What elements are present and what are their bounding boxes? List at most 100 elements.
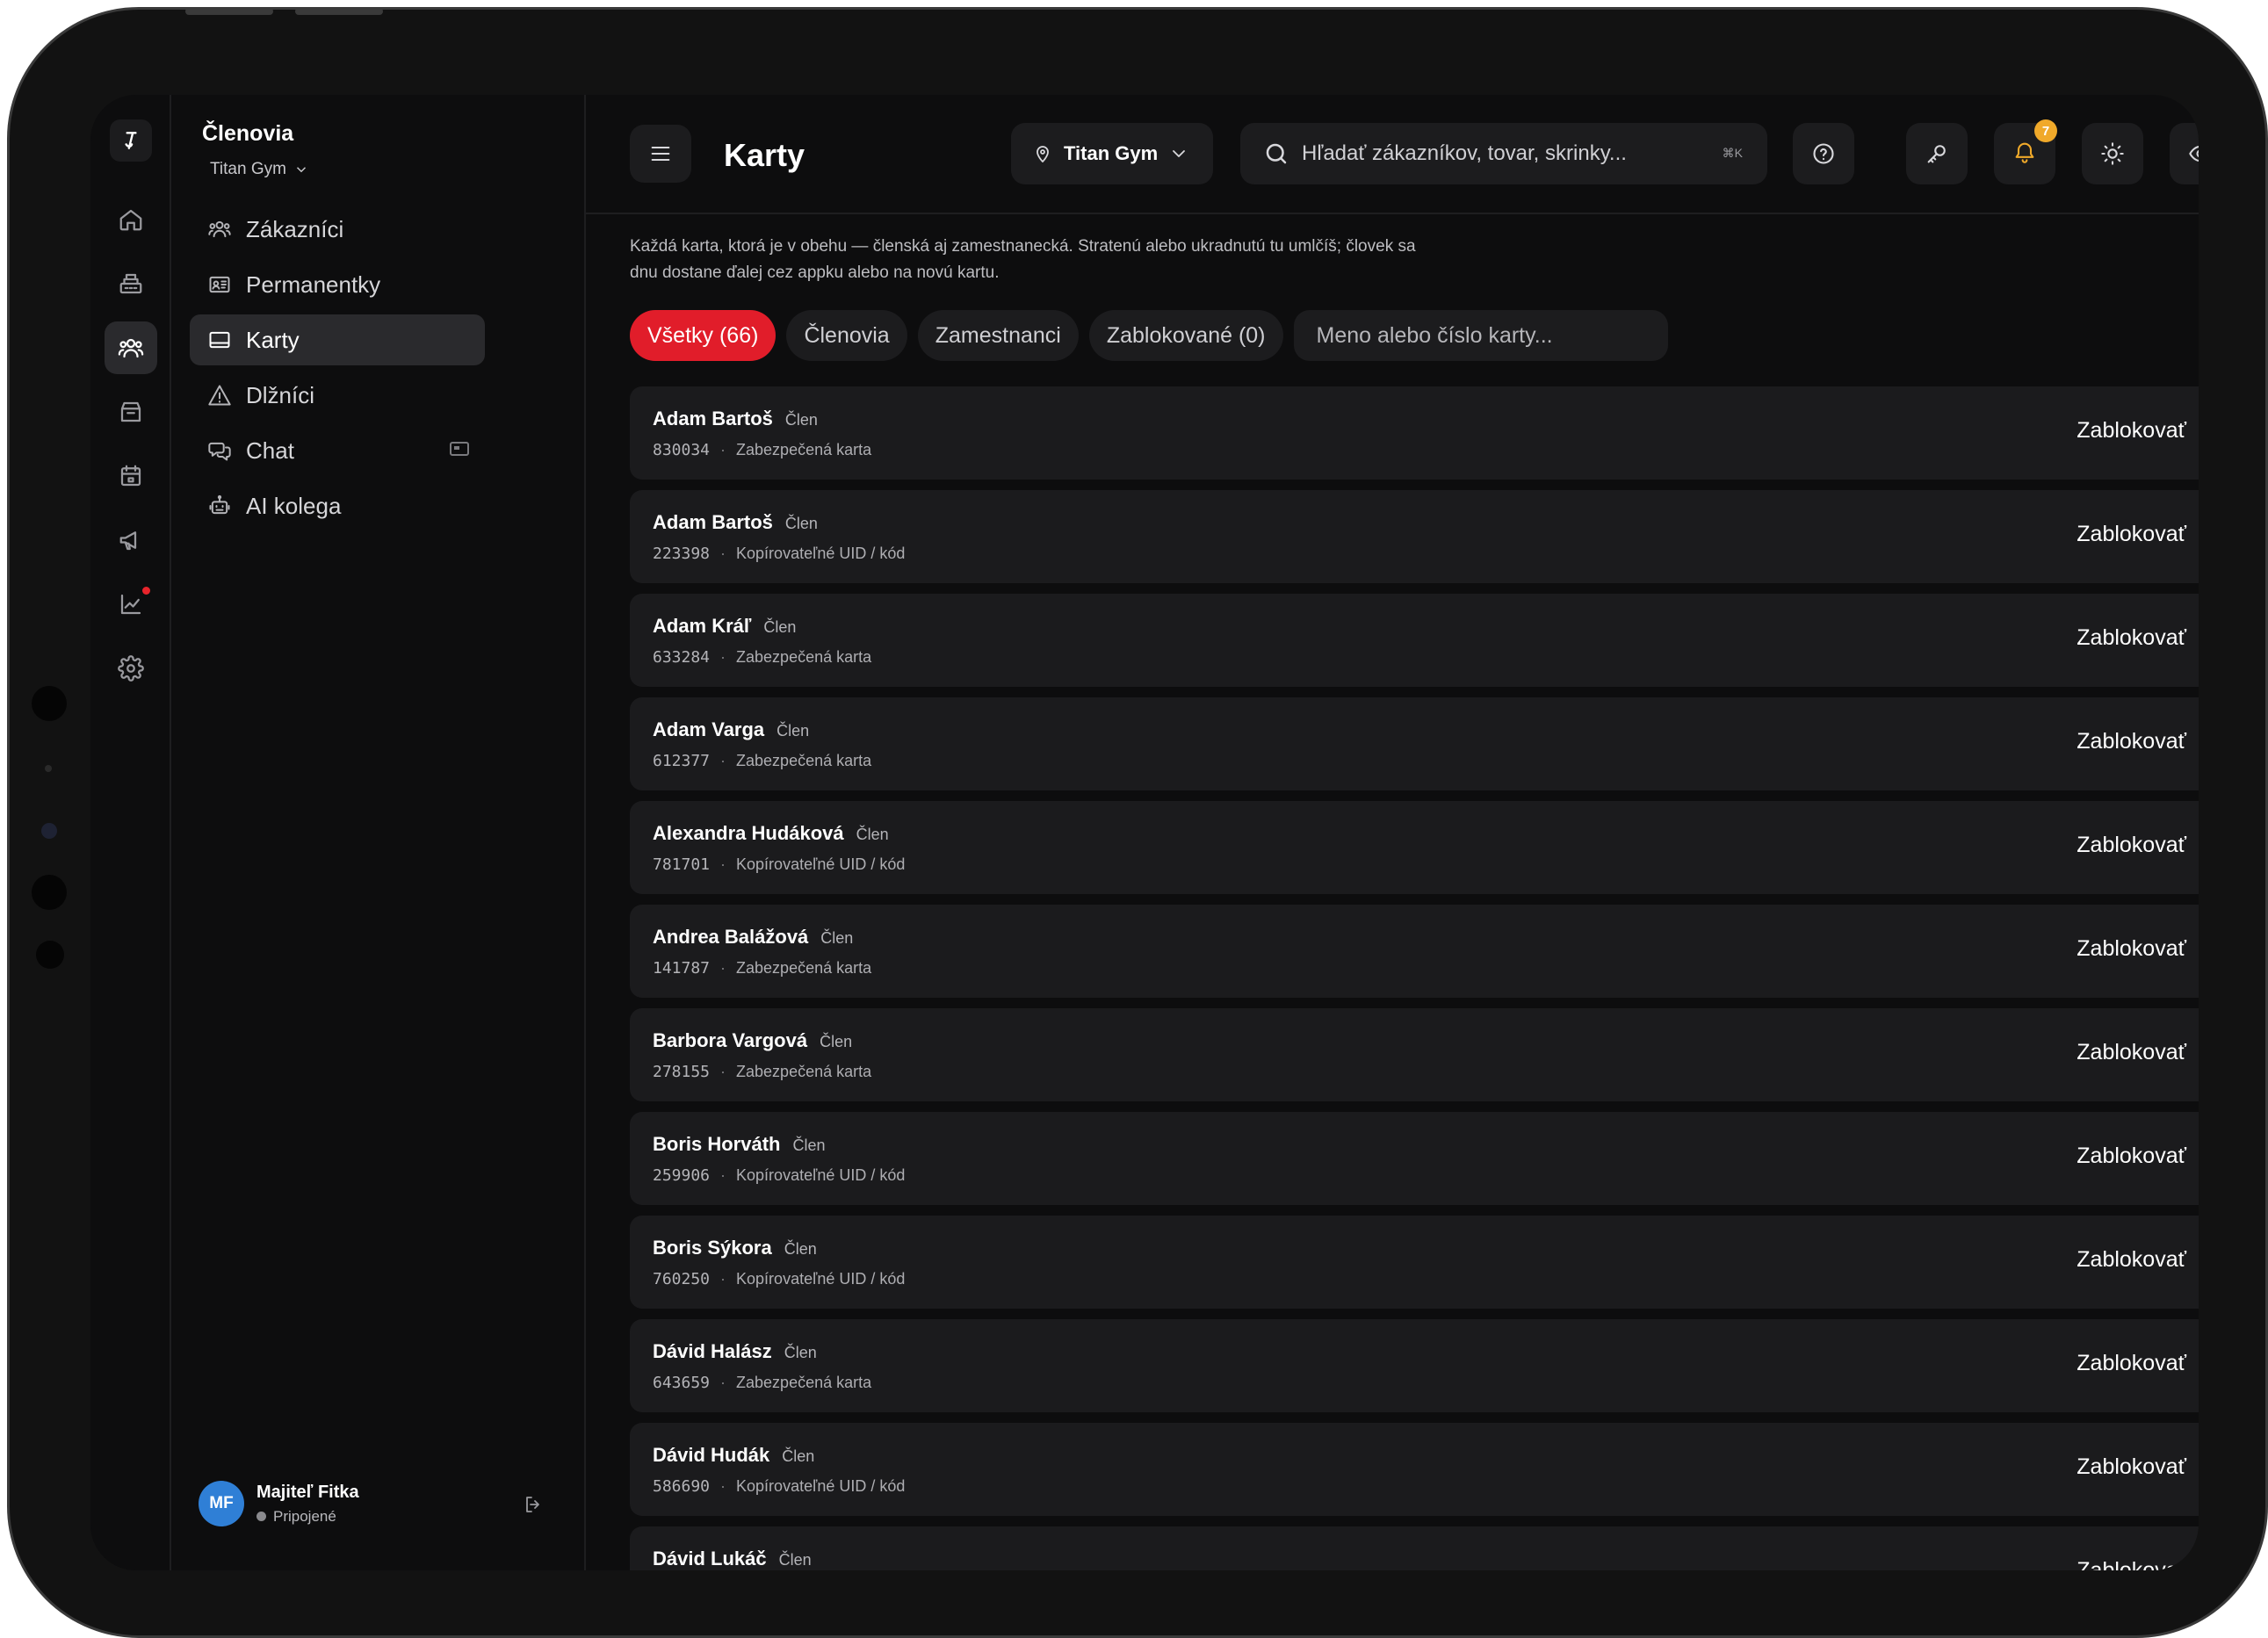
block-card-button[interactable]: Zablokovať xyxy=(2077,1040,2186,1065)
notifications-button[interactable]: 7 xyxy=(1994,119,2057,184)
card-type: Zabezpečená karta xyxy=(736,1063,872,1080)
meta-separator: · xyxy=(720,545,726,562)
meta-separator: · xyxy=(720,1374,726,1391)
visibility-button[interactable] xyxy=(2170,123,2199,184)
table-row[interactable]: Adam Varga Člen 612377 · Zabezpečená kar… xyxy=(630,697,2199,790)
gym-select[interactable]: Titan Gym xyxy=(1011,123,1213,184)
sidebar-item-label: Dlžníci xyxy=(246,381,315,408)
card-holder-role: Člen xyxy=(784,1344,817,1361)
gym-switcher[interactable]: Titan Gym xyxy=(210,160,309,179)
meta-separator: · xyxy=(720,1166,726,1184)
block-card-button[interactable]: Zablokovať xyxy=(2077,936,2186,962)
block-card-button[interactable]: Zablokovať xyxy=(2077,729,2186,754)
table-row[interactable]: Dávid Lukáč Člen · Zablokovať xyxy=(630,1526,2199,1570)
card-holder: Dávid Hudák Člen xyxy=(653,1444,814,1467)
key-button[interactable] xyxy=(1906,123,1968,184)
table-row[interactable]: Adam Kráľ Člen 633284 · Zabezpečená kart… xyxy=(630,594,2199,687)
card-holder-role: Člen xyxy=(776,722,810,740)
tablet-frame: Členovia Titan Gym Zákazníci Permanentky… xyxy=(7,7,2268,1638)
pass-icon xyxy=(209,276,230,293)
sidebar-item-label: Chat xyxy=(246,437,294,464)
table-row[interactable]: Adam Bartoš Člen 830034 · Zabezpečená ka… xyxy=(630,386,2199,480)
table-row[interactable]: Alexandra Hudáková Člen 781701 · Kopírov… xyxy=(630,801,2199,894)
card-holder: Boris Sýkora Člen xyxy=(653,1237,817,1259)
cash-register-icon[interactable] xyxy=(105,257,157,310)
table-row[interactable]: Dávid Hudák Člen 586690 · Kopírovateľné … xyxy=(630,1423,2199,1516)
card-number: 781701 xyxy=(653,855,711,874)
card-search[interactable] xyxy=(1293,310,1668,361)
settings-icon[interactable] xyxy=(105,642,157,695)
page-description: Každá karta, ktorá je v obehu — členská … xyxy=(630,234,1543,286)
sidebar-item-label: Permanentky xyxy=(246,271,381,298)
block-card-button[interactable]: Zablokovať xyxy=(2077,1558,2186,1570)
help-button[interactable] xyxy=(1793,123,1854,184)
table-row[interactable]: Andrea Balážová Člen 141787 · Zabezpečen… xyxy=(630,905,2199,998)
card-holder-name: Barbora Vargová xyxy=(653,1029,808,1051)
meta-separator: · xyxy=(720,1270,726,1288)
sidebar-item-zakaznici[interactable]: Zákazníci xyxy=(190,204,485,255)
card-holder: Adam Bartoš Člen xyxy=(653,408,818,430)
block-card-button[interactable]: Zablokovať xyxy=(2077,522,2186,547)
sidebar-item-dlznici[interactable]: Dlžníci xyxy=(190,370,485,421)
shop-icon[interactable] xyxy=(105,386,157,438)
description-line: dnu dostane ďalej cez appku alebo na nov… xyxy=(630,263,1000,282)
sidebar-item-permanentky[interactable]: Permanentky xyxy=(190,259,485,310)
eye-icon xyxy=(2189,146,2199,162)
user-profile[interactable]: MF Majiteľ Fitka Pripojené xyxy=(199,1481,359,1526)
card-meta: 760250 · Kopírovateľné UID / kód xyxy=(653,1270,905,1288)
calendar-icon[interactable] xyxy=(105,450,157,502)
card-number: 278155 xyxy=(653,1063,711,1081)
theme-toggle-button[interactable] xyxy=(2082,123,2143,184)
table-row[interactable]: Dávid Halász Člen 643659 · Zabezpečená k… xyxy=(630,1319,2199,1412)
table-row[interactable]: Boris Horváth Člen 259906 · Kopírovateľn… xyxy=(630,1112,2199,1205)
sidebar-item-chat[interactable]: Chat xyxy=(190,425,485,476)
members-icon[interactable] xyxy=(105,321,157,374)
icon-rail xyxy=(90,95,171,1570)
card-holder-name: Boris Sýkora xyxy=(653,1237,772,1259)
card-holder-role: Člen xyxy=(784,1240,817,1258)
sidebar-item-ai-kolega[interactable]: AI kolega xyxy=(190,480,485,531)
app-logo[interactable] xyxy=(110,119,152,162)
block-card-button[interactable]: Zablokovať xyxy=(2077,1351,2186,1376)
card-meta: 278155 · Zabezpečená karta xyxy=(653,1063,871,1081)
filter-chip-staff[interactable]: Zamestnanci xyxy=(917,310,1079,361)
table-row[interactable]: Adam Bartoš Člen 223398 · Kopírovateľné … xyxy=(630,490,2199,583)
card-meta: 633284 · Zabezpečená karta xyxy=(653,648,871,667)
table-row[interactable]: Boris Sýkora Člen 760250 · Kopírovateľné… xyxy=(630,1216,2199,1309)
card-number: 259906 xyxy=(653,1166,711,1185)
card-holder-role: Člen xyxy=(782,1447,815,1465)
block-card-button[interactable]: Zablokovať xyxy=(2077,1144,2186,1169)
meta-separator: · xyxy=(720,959,726,977)
filter-chip-blocked[interactable]: Zablokované (0) xyxy=(1088,310,1283,361)
card-holder-name: Adam Varga xyxy=(653,718,765,740)
block-card-button[interactable]: Zablokovať xyxy=(2077,625,2186,651)
card-holder-name: Adam Bartoš xyxy=(653,511,773,533)
card-meta: 141787 · Zabezpečená karta xyxy=(653,959,871,978)
card-number: 760250 xyxy=(653,1270,711,1288)
block-card-button[interactable]: Zablokovať xyxy=(2077,833,2186,858)
card-holder: Dávid Halász Člen xyxy=(653,1340,817,1363)
block-card-button[interactable]: Zablokovať xyxy=(2077,418,2186,444)
megaphone-icon[interactable] xyxy=(105,514,157,566)
meta-separator: · xyxy=(720,441,726,458)
robot-icon xyxy=(209,494,230,515)
logout-icon[interactable] xyxy=(523,1494,544,1519)
help-icon xyxy=(1813,143,1834,164)
card-number: 141787 xyxy=(653,959,711,978)
sidebar-item-karty[interactable]: Karty xyxy=(190,314,485,365)
users-icon xyxy=(208,220,231,238)
card-search-input[interactable] xyxy=(1316,322,1650,349)
analytics-icon[interactable] xyxy=(105,578,157,631)
filter-chip-members[interactable]: Členovia xyxy=(786,310,907,361)
menu-button[interactable] xyxy=(630,125,691,183)
block-card-button[interactable]: Zablokovať xyxy=(2077,1454,2186,1480)
card-holder-role: Člen xyxy=(784,515,818,532)
device-sensor xyxy=(32,875,67,910)
block-card-button[interactable]: Zablokovať xyxy=(2077,1247,2186,1273)
table-row[interactable]: Barbora Vargová Člen 278155 · Zabezpečen… xyxy=(630,1008,2199,1101)
home-icon[interactable] xyxy=(105,193,157,246)
search-input[interactable] xyxy=(1302,141,1688,166)
global-search[interactable]: ⌘K xyxy=(1240,123,1767,184)
card-type: Kopírovateľné UID / kód xyxy=(736,855,906,873)
filter-chip-all[interactable]: Všetky (66) xyxy=(630,310,776,361)
